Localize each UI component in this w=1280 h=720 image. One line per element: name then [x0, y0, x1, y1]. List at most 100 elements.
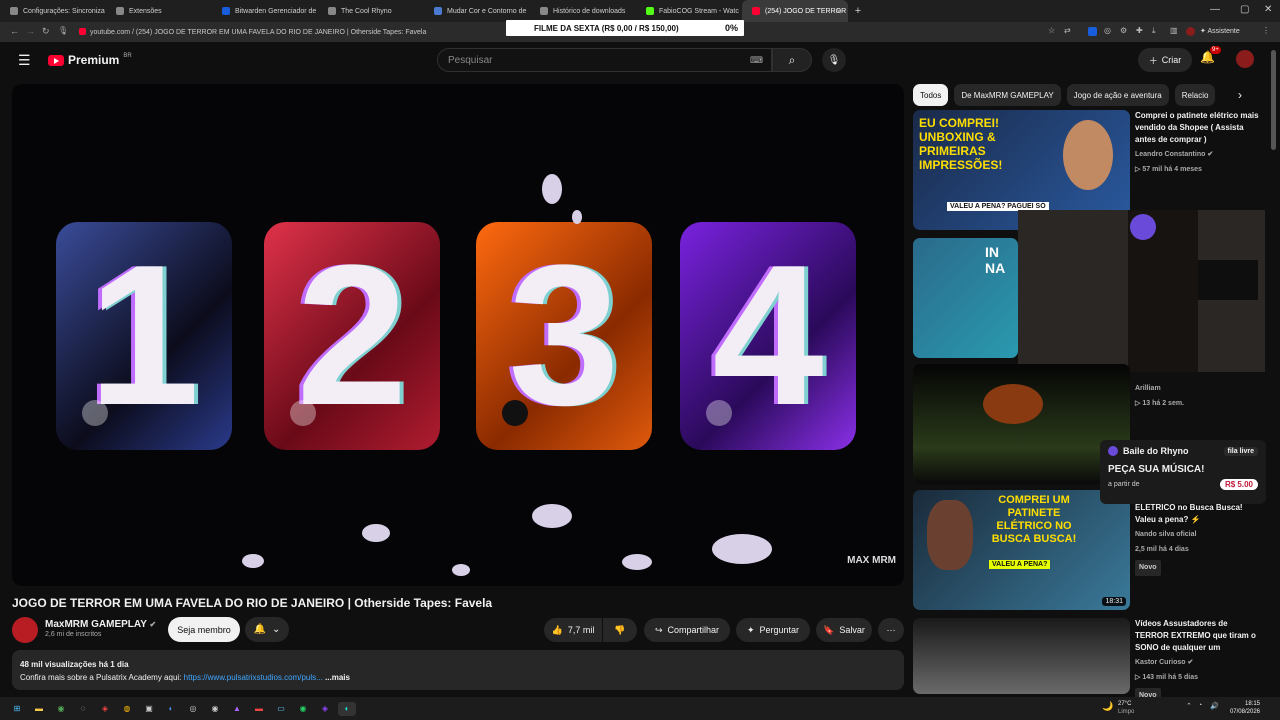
extension-icon[interactable]: ◎ — [1104, 26, 1111, 35]
xbox-icon[interactable]: ◉ — [52, 702, 70, 716]
download-icon — [540, 7, 548, 15]
like-button[interactable]: 👍 7,7 mil — [544, 618, 602, 642]
chip-related[interactable]: Relacio — [1174, 84, 1216, 106]
play-icon: ▷ — [1135, 674, 1141, 681]
steam-icon[interactable]: ◎ — [184, 702, 202, 716]
page-scrollbar[interactable] — [1271, 50, 1276, 150]
menu-icon[interactable]: ⋮ — [1262, 26, 1270, 35]
video-thumbnail[interactable] — [913, 618, 1130, 694]
share-button[interactable]: ↪ Compartilhar — [644, 618, 730, 642]
maximize-icon[interactable]: ▢ — [1240, 4, 1249, 15]
search-input[interactable]: Pesquisar ⌨ — [437, 48, 772, 72]
app-icon[interactable]: ▭ — [272, 702, 290, 716]
whatsapp-icon[interactable]: ◉ — [294, 702, 312, 716]
minimize-icon[interactable]: — — [1210, 4, 1220, 15]
tab-youtube[interactable]: (254) JOGO DE TERROR ✕ — [742, 0, 848, 22]
tab-settings[interactable]: Configurações: Sincroniza — [0, 0, 106, 22]
chevron-right-icon[interactable]: › — [1238, 88, 1242, 102]
app-icon[interactable]: ▬ — [250, 702, 268, 716]
chevron-up-icon[interactable]: ⌃ — [1186, 702, 1192, 710]
back-icon[interactable]: ← — [10, 26, 19, 36]
create-button[interactable]: ＋ Criar — [1138, 48, 1192, 72]
bookmark-icon: 🔖 — [823, 624, 835, 635]
queue-status-badge: fila livre — [1223, 446, 1258, 456]
assistant-button[interactable]: ✦ Assistente — [1200, 27, 1240, 35]
tab-mudar-cor[interactable]: Mudar Cor e Contorno de — [424, 0, 530, 22]
account-avatar[interactable] — [1236, 50, 1254, 68]
number-card: 3 — [476, 222, 652, 450]
voice-search-button[interactable]: 🎙 — [822, 48, 846, 72]
channel-name[interactable]: MaxMRM GAMEPLAY ✔ — [45, 619, 156, 630]
join-button[interactable]: Seja membro — [168, 617, 240, 642]
recommendation-item[interactable]: COMPREI UM PATINETE ELÉTRICO NO BUSCA BU… — [913, 490, 1263, 610]
folder-icon[interactable]: ▬ — [30, 702, 48, 716]
hamburger-menu-icon[interactable]: ☰ — [18, 52, 31, 69]
forward-icon[interactable]: → — [26, 26, 35, 36]
price-badge: R$ 5.00 — [1219, 479, 1258, 490]
chip-action-adventure[interactable]: Jogo de ação e aventura — [1066, 84, 1169, 106]
youtube-play-icon — [48, 54, 64, 66]
channel-avatar[interactable] — [12, 617, 38, 643]
app-icon[interactable]: ◐ — [338, 701, 356, 716]
show-more-link[interactable]: ...mais — [325, 673, 350, 682]
chip-channel[interactable]: De MaxMRM GAMEPLAY — [954, 84, 1061, 106]
video-thumbnail[interactable]: IN NA — [913, 238, 1018, 358]
tab-bitwarden[interactable]: Bitwarden Gerenciador de — [212, 0, 318, 22]
recommendation-channel: Kastor Curioso — [1135, 659, 1186, 666]
bitwarden-extension-icon[interactable] — [1088, 27, 1097, 36]
new-tab-button[interactable]: + — [848, 5, 868, 17]
new-badge: Novo — [1135, 560, 1161, 576]
extension-icon[interactable]: ⚙ — [1120, 26, 1127, 35]
app-icon[interactable]: ◌ — [74, 702, 92, 716]
app-icon[interactable]: ▲ — [228, 702, 246, 716]
recommendation-channel: Arilliam — [1135, 385, 1161, 392]
star-icon[interactable]: ☆ — [1048, 26, 1055, 35]
reload-icon[interactable]: ↻ — [42, 26, 50, 37]
weather-widget[interactable]: 27°C Limpo — [1118, 700, 1134, 716]
close-icon[interactable]: ✕ — [835, 7, 842, 16]
page-icon — [328, 7, 336, 15]
youtube-logo[interactable]: Premium BR — [48, 53, 132, 67]
debris-particle — [532, 504, 572, 528]
tab-fabiocog[interactable]: FabioCOG Stream - Watc — [636, 0, 742, 22]
sidepanel-icon[interactable]: ▥ — [1170, 26, 1178, 35]
translate-icon[interactable]: ⇄ — [1064, 26, 1071, 35]
volume-icon[interactable]: 🔊 — [1210, 702, 1219, 710]
app-icon[interactable]: ◈ — [96, 702, 114, 716]
subscription-bell-button[interactable]: 🔔 ⌄ — [245, 617, 289, 642]
windows-start-icon[interactable]: ⊞ — [8, 702, 26, 716]
profile-avatar[interactable] — [1186, 27, 1195, 36]
dislike-button[interactable]: 👎 — [603, 618, 637, 642]
save-button[interactable]: 🔖 Salvar — [816, 618, 872, 642]
clock[interactable]: 18:15 07/08/2026 — [1224, 700, 1260, 716]
app-icon[interactable]: ▣ — [140, 702, 158, 716]
tab-extensions[interactable]: Extensões — [106, 0, 212, 22]
microphone-icon[interactable]: 🎙 — [58, 26, 68, 35]
video-thumbnail[interactable] — [913, 364, 1130, 484]
tab-cool-rhyno[interactable]: The Cool Rhyno — [318, 0, 424, 22]
site-info-icon[interactable] — [79, 28, 86, 35]
twitch-icon[interactable]: ◈ — [316, 702, 334, 716]
wifi-icon[interactable]: ◔ — [1198, 702, 1202, 709]
notifications-button[interactable]: 🔔 9+ — [1200, 46, 1221, 64]
video-player[interactable]: 1 2 3 4 MAX MRM — [12, 84, 904, 586]
chip-all[interactable]: Todos — [913, 84, 949, 106]
app-icon[interactable]: ◉ — [206, 702, 224, 716]
app-icon[interactable]: ◐ — [162, 702, 180, 716]
debris-particle — [242, 554, 264, 568]
recommendation-item[interactable]: Vídeos Assustadores de TERROR EXTREMO qu… — [913, 618, 1263, 704]
ask-button[interactable]: ✦ Perguntar — [736, 618, 810, 642]
description-link[interactable]: https://www.pulsatrixstudios.com/puls... — [184, 673, 323, 682]
video-thumbnail[interactable]: COMPREI UM PATINETE ELÉTRICO NO BUSCA BU… — [913, 490, 1130, 610]
download-icon[interactable]: ⤓ — [1152, 26, 1156, 36]
close-window-icon[interactable]: ✕ — [1264, 4, 1272, 15]
keyboard-icon[interactable]: ⌨ — [750, 55, 763, 66]
number-card: 4 — [680, 222, 856, 450]
more-actions-button[interactable]: ⋯ — [878, 618, 904, 642]
tab-downloads[interactable]: Histórico de downloads — [530, 0, 636, 22]
puzzle-icon[interactable]: ✚ — [1136, 26, 1143, 35]
debris-particle — [362, 524, 390, 542]
video-description[interactable]: 48 mil visualizações há 1 dia Confira ma… — [12, 650, 904, 690]
chrome-icon[interactable]: ◍ — [118, 702, 136, 716]
search-button[interactable]: ⌕ — [772, 48, 812, 72]
